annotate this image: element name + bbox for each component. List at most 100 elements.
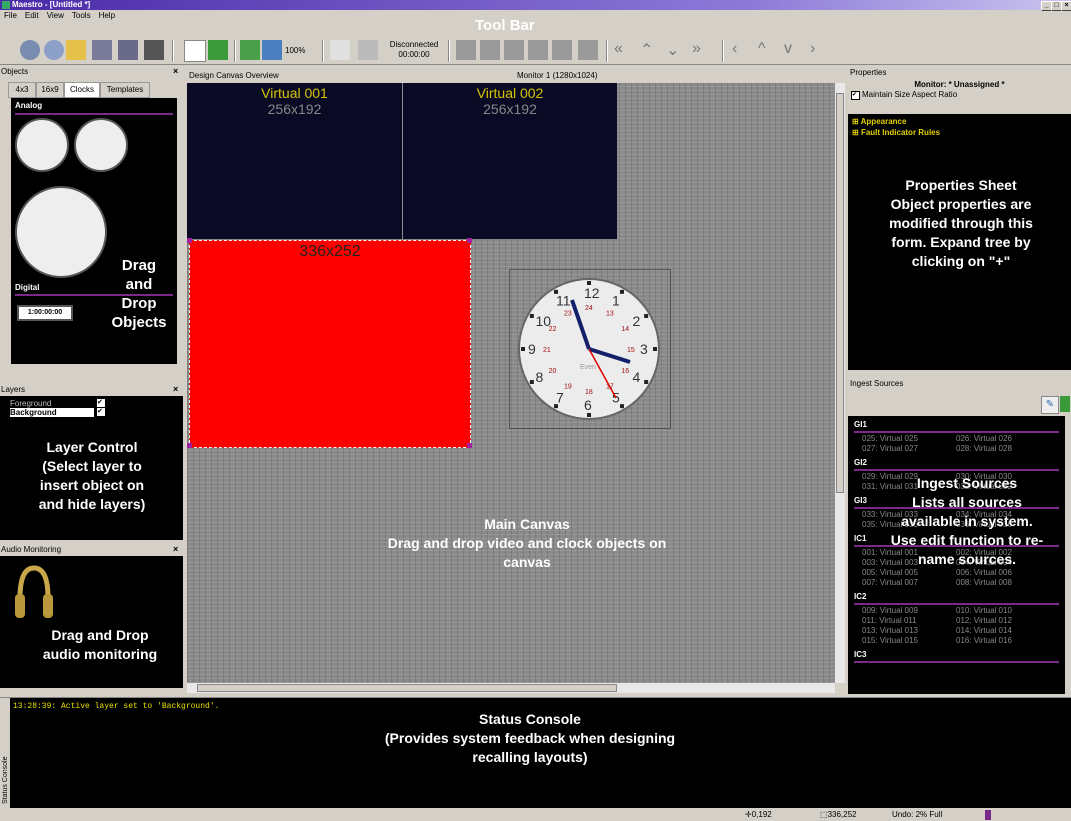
distribute-h-icon[interactable] — [528, 40, 548, 60]
analog-heading: Analog — [15, 101, 43, 110]
main-canvas[interactable]: Virtual 001 256x192 Virtual 002 256x192 … — [187, 83, 835, 683]
export-icon[interactable] — [144, 40, 164, 60]
center-icon[interactable] — [578, 40, 598, 60]
audio-header: Audio Monitoring × — [0, 544, 183, 555]
align-left-icon[interactable] — [456, 40, 476, 60]
objects-close-icon[interactable]: × — [173, 66, 178, 77]
resize-handle[interactable] — [187, 238, 192, 243]
aspect-ratio-checkbox[interactable]: ✔ — [851, 91, 860, 100]
new-page-icon[interactable] — [184, 40, 206, 62]
open-folder-icon[interactable] — [66, 40, 86, 60]
save-as-icon[interactable] — [118, 40, 138, 60]
virtual-tile[interactable]: Virtual 002 256x192 — [403, 83, 617, 239]
source-item[interactable]: 008: Virtual 008 — [956, 578, 1012, 587]
double-right-icon[interactable]: » — [692, 40, 712, 60]
tab-templates[interactable]: Templates — [100, 82, 150, 98]
right-icon[interactable]: › — [810, 40, 830, 60]
size-value: 336,252 — [827, 810, 857, 819]
left-icon[interactable]: ‹ — [732, 40, 752, 60]
virtual-tile[interactable]: Virtual 001 256x192 — [187, 83, 402, 239]
console-log-line: 13:28:39: Active layer set to 'Backgroun… — [13, 702, 220, 711]
source-item[interactable]: 026: Virtual 026 — [956, 434, 1012, 443]
tab-clocks[interactable]: Clocks — [64, 82, 100, 98]
double-up-icon[interactable]: ⌃ — [640, 40, 660, 60]
source-item[interactable]: 025: Virtual 025 — [862, 434, 918, 443]
size-readout: ⬚336,252 — [820, 810, 857, 819]
down-icon[interactable]: v — [784, 40, 804, 60]
menu-file[interactable]: File — [4, 11, 17, 20]
canvas-vertical-scrollbar[interactable] — [835, 83, 845, 683]
tab-4x3[interactable]: 4x3 — [8, 82, 36, 98]
source-item[interactable]: 010: Virtual 010 — [956, 606, 1012, 615]
audio-close-icon[interactable]: × — [173, 544, 178, 555]
menu-tools[interactable]: Tools — [72, 11, 91, 20]
align-bottom-icon[interactable] — [504, 40, 524, 60]
zoom-level[interactable]: 100% — [285, 46, 305, 55]
resize-handle[interactable] — [467, 443, 472, 448]
home-icon[interactable] — [44, 40, 64, 60]
clock-object-frame[interactable]: 122411321431541651761871982092110221123 … — [509, 269, 671, 429]
layers-close-icon[interactable]: × — [173, 384, 178, 395]
source-item[interactable]: 006: Virtual 006 — [956, 568, 1012, 577]
zoom-in-icon[interactable] — [240, 40, 260, 60]
menu-help[interactable]: Help — [99, 11, 115, 20]
source-item[interactable]: 012: Virtual 012 — [956, 616, 1012, 625]
resize-handle[interactable] — [467, 238, 472, 243]
resize-handle[interactable] — [187, 443, 192, 448]
analog-clock-thumbnail[interactable] — [74, 118, 128, 172]
source-group-gi2[interactable]: GI2 — [854, 458, 867, 467]
source-item[interactable]: 007: Virtual 007 — [862, 578, 918, 587]
source-item[interactable]: 028: Virtual 028 — [956, 444, 1012, 453]
source-item[interactable]: 013: Virtual 013 — [862, 626, 918, 635]
save-icon[interactable] — [92, 40, 112, 60]
menu-view[interactable]: View — [47, 11, 64, 20]
back-icon[interactable] — [20, 40, 40, 60]
disconnect-icon[interactable] — [358, 40, 378, 60]
align-top-icon[interactable] — [480, 40, 500, 60]
digital-clock-thumbnail[interactable]: 1:00:00:00 — [17, 305, 73, 321]
zoom-out-icon[interactable] — [262, 40, 282, 60]
distribute-v-icon[interactable] — [552, 40, 572, 60]
source-item[interactable]: 009: Virtual 009 — [862, 606, 918, 615]
layer-foreground[interactable]: Foreground — [10, 399, 51, 408]
edit-icon[interactable]: ✎ — [1041, 396, 1059, 414]
tree-item-fault-rules[interactable]: ⊞ Fault Indicator Rules — [852, 128, 940, 137]
analog-clock-thumbnail[interactable] — [15, 118, 69, 172]
double-down-icon[interactable]: ⌄ — [666, 40, 686, 60]
layer-background[interactable]: Background — [10, 408, 94, 417]
layer-foreground-checkbox[interactable]: ✔ — [97, 399, 105, 407]
source-item[interactable]: 014: Virtual 014 — [956, 626, 1012, 635]
source-item[interactable]: 005: Virtual 005 — [862, 568, 918, 577]
source-item[interactable]: 011: Virtual 011 — [862, 616, 917, 625]
properties-annotation: Properties Sheet Object properties are m… — [889, 177, 1033, 269]
clock-tick — [620, 404, 624, 409]
up-icon[interactable]: ^ — [758, 40, 778, 60]
red-tile-size: 336x252 — [299, 243, 361, 260]
tree-item-appearance[interactable]: ⊞ Appearance — [852, 117, 906, 126]
refresh-sources-icon[interactable] — [1060, 396, 1070, 412]
position-readout: ✛0,192 — [745, 810, 772, 819]
source-group-ic3[interactable]: IC3 — [854, 650, 866, 659]
clock-inner-number: 21 — [543, 347, 551, 354]
source-group-gi1[interactable]: GI1 — [854, 420, 867, 429]
tab-16x9[interactable]: 16x9 — [36, 82, 64, 98]
analog-clock-thumbnail[interactable] — [15, 186, 107, 278]
canvas-horizontal-scrollbar[interactable] — [187, 683, 835, 693]
source-item[interactable]: 015: Virtual 015 — [862, 636, 918, 645]
refresh-icon[interactable] — [208, 40, 228, 60]
source-group-divider — [854, 431, 1059, 433]
analog-clock-object[interactable]: 122411321431541651761871982092110221123 … — [514, 274, 664, 424]
connect-icon[interactable] — [330, 40, 350, 60]
source-group-ic2[interactable]: IC2 — [854, 592, 866, 601]
selected-red-tile[interactable]: 336x252 — [189, 240, 471, 448]
source-item[interactable]: 016: Virtual 016 — [956, 636, 1012, 645]
layer-background-checkbox[interactable]: ✔ — [97, 408, 105, 416]
properties-header: Properties Monitor: * Unassigned * ✔ Mai… — [848, 68, 1071, 114]
layers-header: Layers × — [0, 384, 183, 395]
source-item[interactable]: 027: Virtual 027 — [862, 444, 918, 453]
menu-edit[interactable]: Edit — [25, 11, 39, 20]
objects-annotation: Drag and Drop Objects — [111, 257, 167, 331]
tile-size: 256x192 — [483, 101, 537, 117]
headphones-icon[interactable] — [14, 564, 54, 622]
double-left-icon[interactable]: « — [614, 40, 634, 60]
